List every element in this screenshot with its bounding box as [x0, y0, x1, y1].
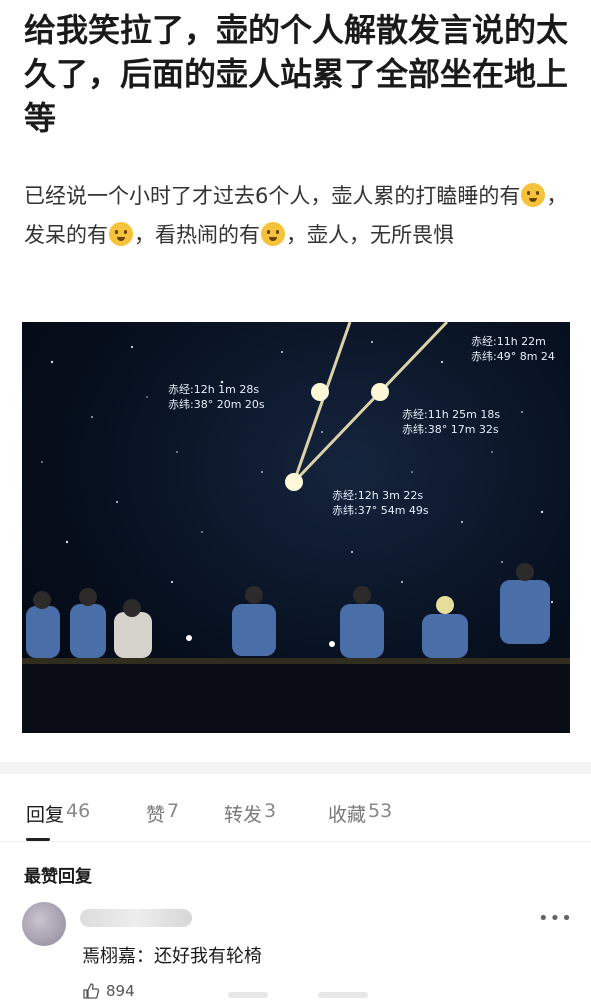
section-divider: [0, 762, 591, 774]
tab-likes-label: 赞: [146, 804, 166, 826]
tab-replies-count: 46: [66, 800, 91, 822]
post-body: 已经说一个小时了才过去6个人，壶人累的打瞌睡的有 ，发呆的有 ，看热闹的有 ，壶人，无…: [24, 177, 572, 255]
tab-favorites-label: 收藏: [328, 804, 367, 826]
kissing-face-emoji-icon: [261, 222, 285, 246]
coord-label-1: 赤经:12h 1m 28s 赤纬:38° 20m 20s: [168, 382, 265, 412]
comment-like-count: 894: [106, 982, 135, 1000]
avatar[interactable]: [22, 902, 66, 946]
thumbs-up-icon: [83, 983, 100, 999]
coord-dec-1: 赤纬:38° 20m 20s: [168, 398, 265, 411]
comment-author[interactable]: 焉栩嘉: [82, 946, 136, 967]
coord-ra-1: 赤经:12h 1m 28s: [168, 383, 260, 396]
blurred-username[interactable]: [80, 909, 192, 927]
post-title: 给我笑拉了，壶的个人解散发言说的太久了，后面的壶人站累了全部坐在地上等: [24, 11, 569, 137]
coord-dec-4: 赤纬:49° 8m 24: [471, 350, 555, 363]
post-photo[interactable]: 赤经:12h 1m 28s 赤纬:38° 20m 20s 赤经:11h 25m …: [22, 322, 570, 733]
coord-ra-2: 赤经:11h 25m 18s: [402, 408, 501, 421]
tabs-divider: [0, 841, 591, 842]
post-body-part4: ，壶人，无所畏惧: [286, 223, 454, 247]
coord-label-4: 赤经:11h 22m 赤纬:49° 8m 24: [471, 334, 555, 364]
star-field-graphic: [22, 322, 570, 733]
comment-like-button[interactable]: 894: [82, 982, 135, 1000]
sleepy-face-emoji-icon: [521, 183, 546, 207]
tab-favorites[interactable]: 收藏 53: [328, 800, 392, 827]
more-options-icon[interactable]: •••: [538, 908, 573, 929]
comment-content: 还好我有轮椅: [154, 946, 262, 967]
tab-likes-count: 7: [167, 800, 180, 822]
coord-label-3: 赤经:12h 3m 22s 赤纬:37° 54m 49s: [332, 488, 429, 518]
coord-label-2: 赤经:11h 25m 18s 赤纬:38° 17m 32s: [402, 407, 500, 437]
tab-reposts-label: 转发: [224, 804, 263, 826]
tab-reposts[interactable]: 转发 3: [224, 800, 276, 827]
post-body-part1: 已经说一个小时了才过去6个人，壶人累的打瞌睡的有: [24, 184, 521, 208]
coord-dec-3: 赤纬:37° 54m 49s: [332, 504, 429, 517]
watermark-icon: [228, 992, 368, 998]
post-body-part3: ，看热闹的有: [134, 223, 260, 247]
tab-likes[interactable]: 赞7: [146, 800, 179, 827]
tab-reposts-count: 3: [264, 800, 277, 822]
top-replies-heading: 最赞回复: [24, 867, 92, 887]
coord-dec-2: 赤纬:38° 17m 32s: [402, 423, 499, 436]
tab-replies-label: 回复: [26, 804, 65, 826]
blank-face-emoji-icon: [109, 222, 133, 246]
comment-separator: ：: [136, 946, 154, 967]
coord-ra-3: 赤经:12h 3m 22s: [332, 489, 424, 502]
tab-favorites-count: 53: [368, 800, 393, 822]
comment-text: 焉栩嘉：还好我有轮椅: [82, 942, 262, 968]
interaction-tabs: 回复 46 赞7 转发 3 收藏 53: [0, 778, 591, 841]
coord-ra-4: 赤经:11h 22m: [471, 335, 546, 348]
tab-replies[interactable]: 回复 46: [26, 800, 90, 827]
